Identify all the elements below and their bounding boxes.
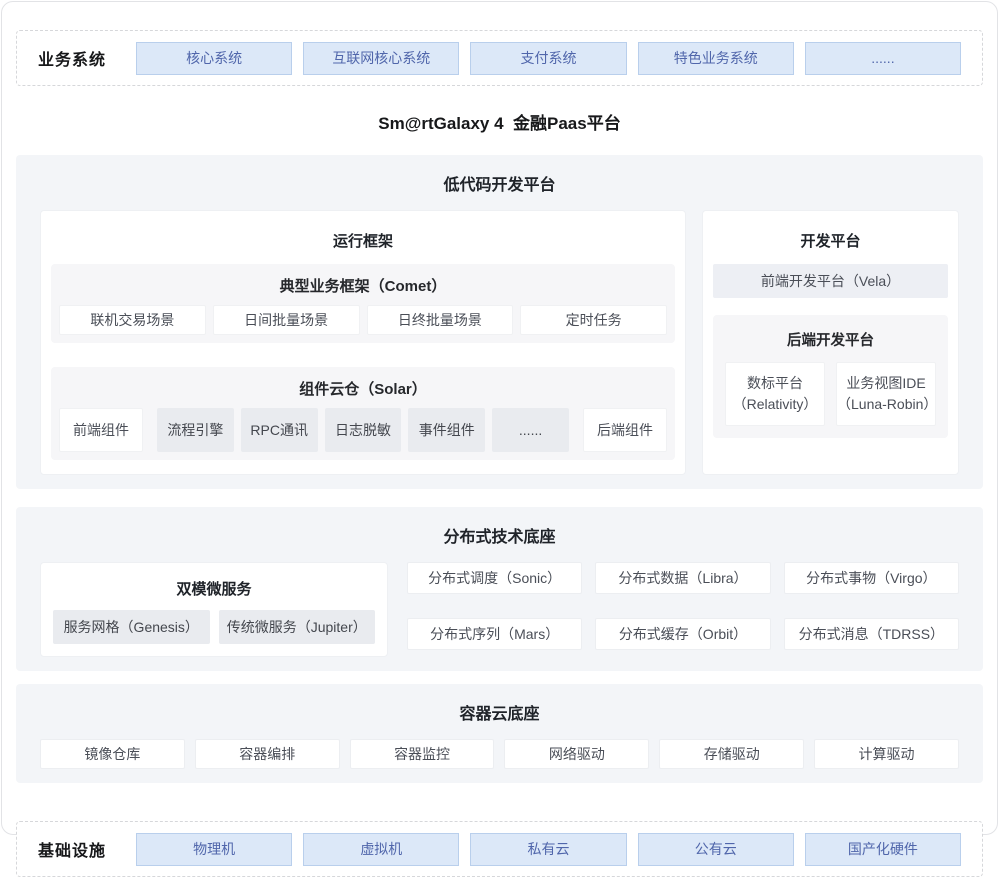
luna-robin-line1: 业务视图IDE xyxy=(846,373,925,394)
runtime-framework-card: 运行框架 典型业务框架（Comet） 联机交易场景 日间批量场景 日终批量场景 … xyxy=(40,210,686,475)
section-lowcode-platform: 低代码开发平台 运行框架 典型业务框架（Comet） 联机交易场景 日间批量场景… xyxy=(16,155,983,489)
comet-items: 联机交易场景 日间批量场景 日终批量场景 定时任务 xyxy=(59,305,667,335)
distributed-content: 双模微服务 服务网格（Genesis） 传统微服务（Jupiter） 分布式调度… xyxy=(40,562,959,657)
business-systems-row: 业务系统 核心系统 互联网核心系统 支付系统 特色业务系统 ...... xyxy=(16,30,983,86)
infra-public-cloud: 公有云 xyxy=(638,833,794,866)
solar-item-log-masking: 日志脱敏 xyxy=(325,408,402,452)
genesis-service-mesh: 服务网格（Genesis） xyxy=(53,610,210,644)
business-systems-label: 业务系统 xyxy=(38,46,106,70)
infra-domestic-hardware: 国产化硬件 xyxy=(805,833,961,866)
luna-robin-ide-box: 业务视图IDE （Luna-Robin） xyxy=(836,362,936,426)
infrastructure-items: 物理机 虚拟机 私有云 公有云 国产化硬件 xyxy=(136,833,961,866)
lowcode-content: 运行框架 典型业务框架（Comet） 联机交易场景 日间批量场景 日终批量场景 … xyxy=(40,210,959,475)
infrastructure-row: 基础设施 物理机 虚拟机 私有云 公有云 国产化硬件 xyxy=(16,821,983,877)
runtime-framework-title: 运行框架 xyxy=(51,230,675,251)
cc-network-driver: 网络驱动 xyxy=(504,739,649,769)
jupiter-microservices: 传统微服务（Jupiter） xyxy=(219,610,376,644)
container-cloud-items: 镜像仓库 容器编排 容器监控 网络驱动 存储驱动 计算驱动 xyxy=(40,739,959,769)
dev-platform-title: 开发平台 xyxy=(713,230,948,251)
dist-sequence-mars: 分布式序列（Mars） xyxy=(407,618,582,650)
dual-mode-items: 服务网格（Genesis） 传统微服务（Jupiter） xyxy=(53,610,375,644)
business-systems-items: 核心系统 互联网核心系统 支付系统 特色业务系统 ...... xyxy=(136,42,961,75)
solar-items: 前端组件 流程引擎 RPC通讯 日志脱敏 事件组件 ...... 后端组件 xyxy=(59,408,667,452)
comet-item-scheduled-task: 定时任务 xyxy=(520,305,667,335)
luna-robin-line2: （Luna-Robin） xyxy=(837,394,935,415)
comet-framework-card: 典型业务框架（Comet） 联机交易场景 日间批量场景 日终批量场景 定时任务 xyxy=(51,264,675,343)
infrastructure-label: 基础设施 xyxy=(38,837,106,861)
dual-mode-title: 双模微服务 xyxy=(53,578,375,599)
dist-transaction-virgo: 分布式事物（Virgo） xyxy=(784,562,959,594)
comet-item-online-trade: 联机交易场景 xyxy=(59,305,206,335)
section-container-cloud: 容器云底座 镜像仓库 容器编排 容器监控 网络驱动 存储驱动 计算驱动 xyxy=(16,684,983,783)
backend-dev-title: 后端开发平台 xyxy=(725,329,936,350)
dist-data-libra: 分布式数据（Libra） xyxy=(595,562,770,594)
dev-platform-card: 开发平台 前端开发平台（Vela） 后端开发平台 数标平台 （Relativit… xyxy=(702,210,959,475)
cc-orchestration: 容器编排 xyxy=(195,739,340,769)
infra-virtual-machine: 虚拟机 xyxy=(303,833,459,866)
dist-cache-orbit: 分布式缓存（Orbit） xyxy=(595,618,770,650)
solar-component-card: 组件云仓（Solar） 前端组件 流程引擎 RPC通讯 日志脱敏 事件组件 ..… xyxy=(51,367,675,460)
solar-item-backend-components: 后端组件 xyxy=(583,408,667,452)
dist-scheduling-sonic: 分布式调度（Sonic） xyxy=(407,562,582,594)
relativity-line2: （Relativity） xyxy=(733,394,818,415)
cc-compute-driver: 计算驱动 xyxy=(814,739,959,769)
comet-title: 典型业务框架（Comet） xyxy=(59,275,667,296)
container-cloud-title: 容器云底座 xyxy=(40,700,959,724)
infra-physical-machine: 物理机 xyxy=(136,833,292,866)
distributed-items-grid: 分布式调度（Sonic） 分布式数据（Libra） 分布式事物（Virgo） 分… xyxy=(407,562,959,657)
business-system-core: 核心系统 xyxy=(136,42,292,75)
relativity-platform-box: 数标平台 （Relativity） xyxy=(725,362,825,426)
solar-item-event-components: 事件组件 xyxy=(408,408,485,452)
cc-image-registry: 镜像仓库 xyxy=(40,739,185,769)
vela-frontend-platform: 前端开发平台（Vela） xyxy=(713,264,948,298)
lowcode-title: 低代码开发平台 xyxy=(40,171,959,195)
cc-storage-driver: 存储驱动 xyxy=(659,739,804,769)
page-frame: 业务系统 核心系统 互联网核心系统 支付系统 特色业务系统 ...... Sm@… xyxy=(1,1,998,835)
comet-item-daytime-batch: 日间批量场景 xyxy=(213,305,360,335)
cc-monitoring: 容器监控 xyxy=(350,739,495,769)
business-system-more: ...... xyxy=(805,42,961,75)
solar-item-rpc: RPC通讯 xyxy=(241,408,318,452)
relativity-line1: 数标平台 xyxy=(747,373,803,394)
backend-dev-platform-card: 后端开发平台 数标平台 （Relativity） 业务视图IDE （Luna-R… xyxy=(713,315,948,438)
business-system-payment: 支付系统 xyxy=(470,42,626,75)
backend-dev-items: 数标平台 （Relativity） 业务视图IDE （Luna-Robin） xyxy=(725,362,936,426)
dual-mode-microservices-card: 双模微服务 服务网格（Genesis） 传统微服务（Jupiter） xyxy=(40,562,388,657)
infra-private-cloud: 私有云 xyxy=(470,833,626,866)
business-system-internet-core: 互联网核心系统 xyxy=(303,42,459,75)
solar-item-more: ...... xyxy=(492,408,569,452)
comet-item-eod-batch: 日终批量场景 xyxy=(367,305,514,335)
business-system-special: 特色业务系统 xyxy=(638,42,794,75)
page-title: Sm@rtGalaxy 4 金融Paas平台 xyxy=(2,109,997,134)
dist-message-tdrss: 分布式消息（TDRSS） xyxy=(784,618,959,650)
distributed-title: 分布式技术底座 xyxy=(40,523,959,547)
solar-item-process-engine: 流程引擎 xyxy=(157,408,234,452)
section-distributed-base: 分布式技术底座 双模微服务 服务网格（Genesis） 传统微服务（Jupite… xyxy=(16,507,983,671)
solar-item-frontend-components: 前端组件 xyxy=(59,408,143,452)
solar-title: 组件云仓（Solar） xyxy=(59,378,667,399)
